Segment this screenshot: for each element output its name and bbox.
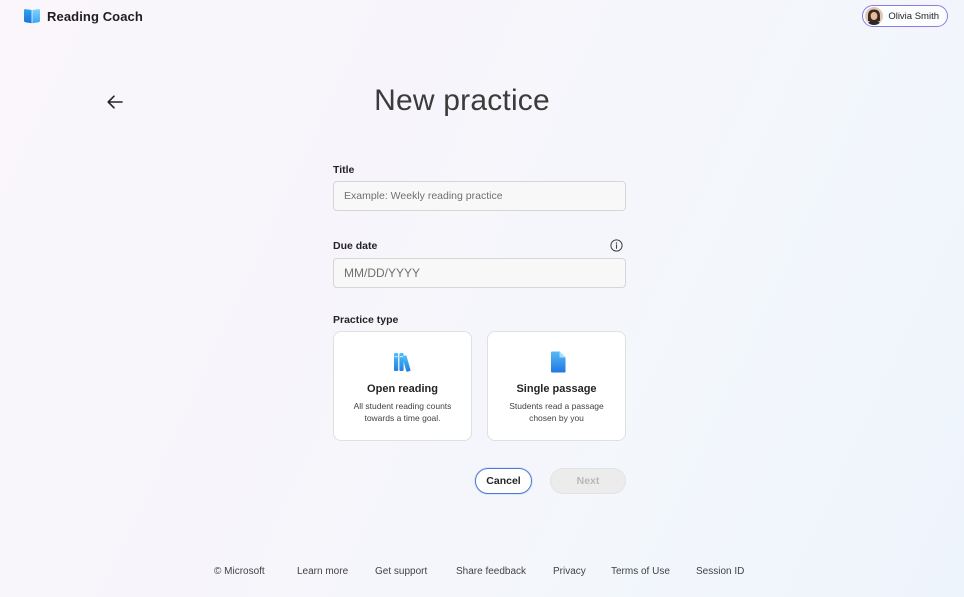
avatar: [865, 7, 884, 25]
reading-coach-logo-icon: [24, 9, 40, 24]
footer-link-privacy[interactable]: Privacy: [553, 566, 586, 577]
practice-type-label: Practice type: [333, 314, 399, 326]
profile-button[interactable]: Olivia Smith: [862, 5, 948, 27]
footer-link-terms-of-use[interactable]: Terms of Use: [611, 566, 670, 577]
footer: © Microsoft Learn more Get support Share…: [0, 566, 964, 582]
card-description: All student reading counts towards a tim…: [353, 401, 452, 423]
document-icon: [551, 351, 566, 373]
footer-link-session-id[interactable]: Session ID: [696, 566, 744, 577]
title-label: Title: [333, 164, 355, 176]
due-date-label: Due date: [333, 240, 378, 252]
brand[interactable]: Reading Coach: [23, 7, 143, 25]
info-icon[interactable]: [610, 239, 623, 252]
footer-link-learn-more[interactable]: Learn more: [297, 566, 348, 577]
footer-copyright: © Microsoft: [214, 566, 265, 577]
books-icon: [394, 353, 411, 372]
card-description: Students read a passage chosen by you: [509, 401, 604, 423]
card-title: Single passage: [516, 383, 597, 395]
cancel-button[interactable]: Cancel: [475, 468, 532, 494]
user-name: Olivia Smith: [888, 10, 939, 22]
app-header: Reading Coach Olivia Smith: [0, 0, 964, 32]
app-name: Reading Coach: [47, 8, 143, 24]
page-title: New practice: [374, 84, 550, 117]
footer-link-share-feedback[interactable]: Share feedback: [456, 566, 526, 577]
practice-type-open-reading-card[interactable]: Open reading All student reading counts …: [333, 331, 472, 441]
footer-link-get-support[interactable]: Get support: [375, 566, 427, 577]
title-input[interactable]: [333, 181, 626, 211]
card-title: Open reading: [367, 383, 438, 395]
practice-type-single-passage-card[interactable]: Single passage Students read a passage c…: [487, 331, 626, 441]
due-date-input[interactable]: [333, 258, 626, 288]
next-button[interactable]: Next: [550, 468, 626, 494]
